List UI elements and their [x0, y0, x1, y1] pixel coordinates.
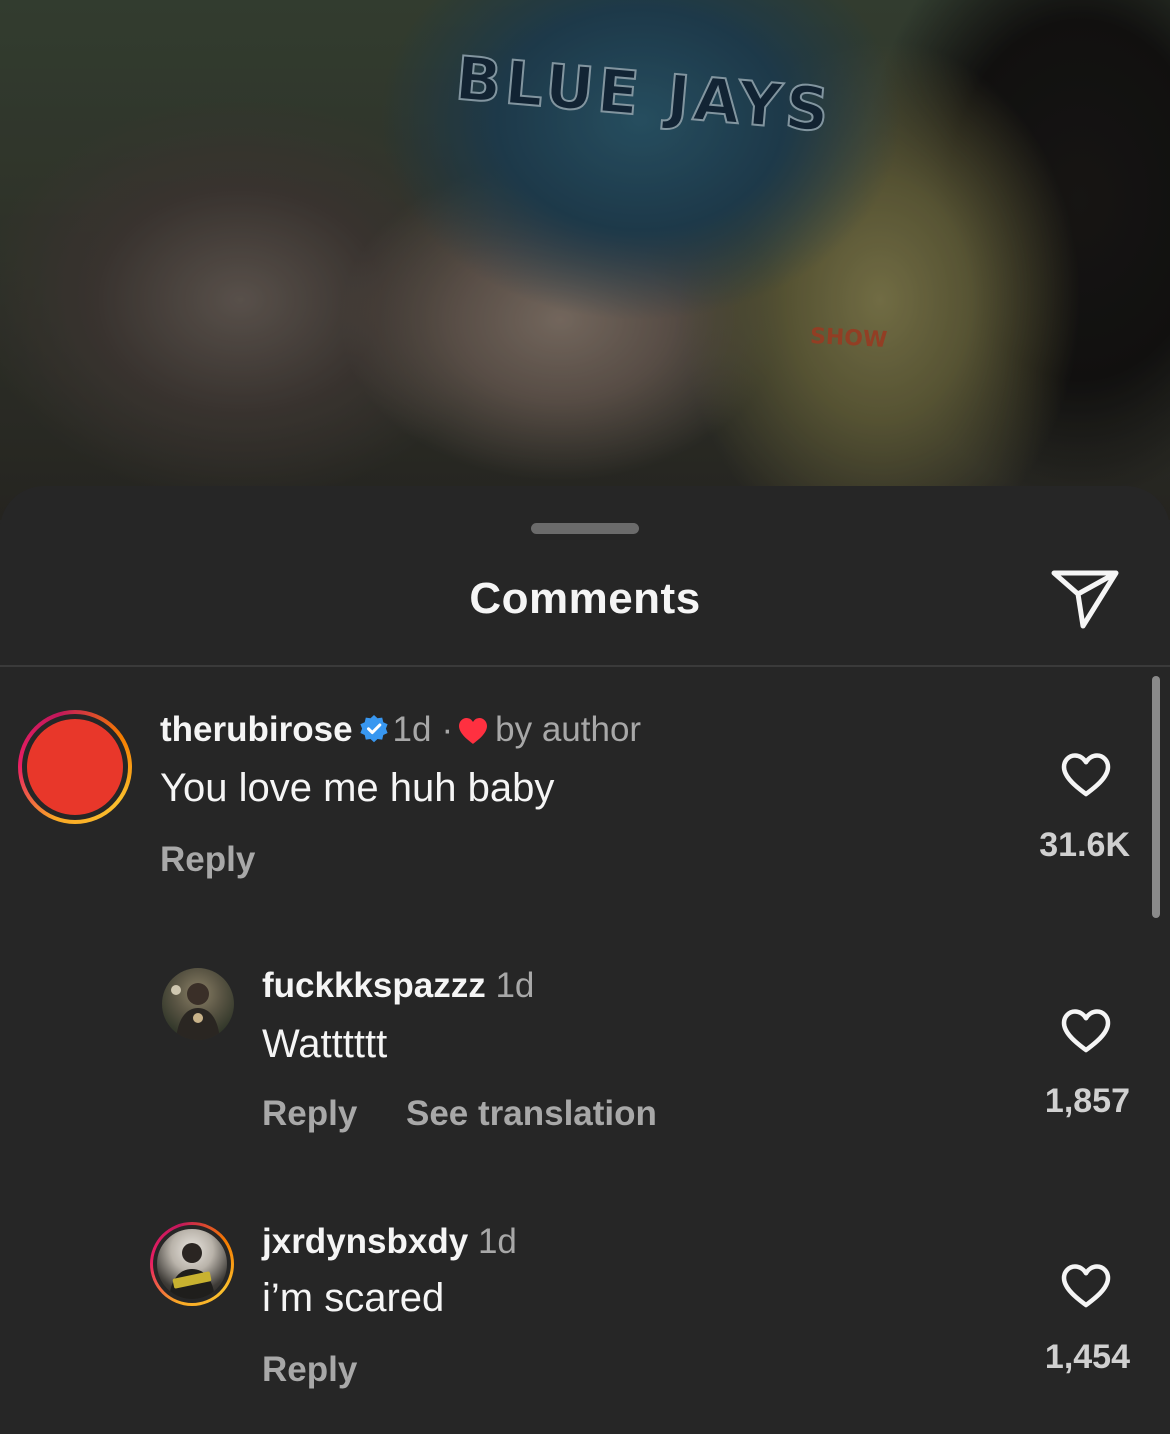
comment-text: i’m scared: [262, 1276, 445, 1320]
reply-button[interactable]: Reply: [160, 840, 255, 880]
sheet-drag-handle[interactable]: [531, 523, 639, 534]
comment-header: jxrdynsbxdy 1d: [262, 1222, 517, 1262]
username[interactable]: fuckkkspazzz: [262, 966, 486, 1005]
share-button[interactable]: [1050, 568, 1120, 630]
reply-button[interactable]: Reply: [262, 1094, 357, 1134]
comments-sheet: Comments therubirose 1d · by author You l…: [0, 486, 1170, 1434]
avatar-image: [22, 714, 128, 820]
like-count: 1,857: [1044, 1082, 1130, 1120]
author-heart-icon: [459, 718, 488, 744]
header-divider: [0, 665, 1170, 667]
meta-separator: ·: [441, 710, 454, 749]
comment-text: You love me huh baby: [160, 766, 555, 810]
comment-header: therubirose 1d · by author: [160, 710, 641, 750]
paper-plane-icon: [1051, 570, 1119, 629]
username[interactable]: therubirose: [160, 710, 353, 749]
post-photo[interactable]: BLUE JAYS SHOW: [0, 0, 1170, 520]
like-count: 1,454: [1044, 1338, 1130, 1376]
comment-time: 1d: [495, 966, 535, 1005]
comment-time: 1d: [392, 710, 432, 749]
liked-by-author-label: by author: [495, 710, 642, 749]
comment-header: fuckkkspazzz 1d: [262, 966, 534, 1006]
avatar-image: [171, 983, 220, 1040]
like-button[interactable]: [1060, 1008, 1112, 1054]
username[interactable]: jxrdynsbxdy: [262, 1222, 468, 1261]
heart-outline-icon: [1061, 753, 1111, 797]
verified-badge-icon: [359, 715, 388, 743]
avatar[interactable]: [150, 1222, 234, 1306]
avatar[interactable]: [162, 968, 234, 1040]
sheet-title: Comments: [469, 574, 701, 623]
screen: BLUE JAYS SHOW Comments therubirose 1d·: [0, 0, 1170, 1434]
scrollbar[interactable]: [1152, 676, 1160, 918]
comment-time: 1d: [477, 1222, 517, 1261]
heart-outline-icon: [1061, 1009, 1111, 1053]
avatar[interactable]: [18, 710, 132, 824]
like-button[interactable]: [1060, 752, 1112, 798]
see-translation-button[interactable]: See translation: [406, 1094, 657, 1134]
like-button[interactable]: [1060, 1263, 1112, 1309]
reply-button[interactable]: Reply: [262, 1350, 357, 1390]
comment-text: Watttttt: [262, 1022, 388, 1066]
photo-dim-overlay: [0, 0, 1170, 520]
avatar-image: [153, 1225, 231, 1303]
like-count: 31.6K: [1039, 826, 1130, 864]
heart-outline-icon: [1061, 1264, 1111, 1308]
